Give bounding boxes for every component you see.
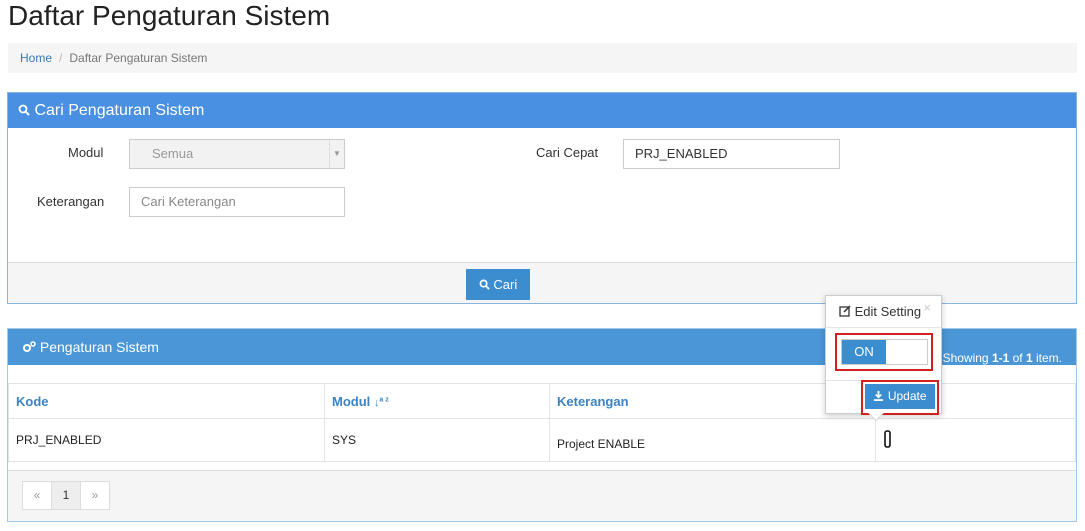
popover-title: Edit Setting xyxy=(854,304,922,319)
summary-text: Showing 1-1 of 1 item. xyxy=(942,351,1062,365)
table-row: PRJ_ENABLED SYS Project ENABLE xyxy=(8,418,1076,462)
edit-setting-popover: Edit Setting × ON Update xyxy=(825,295,942,415)
search-icon xyxy=(479,277,490,292)
modul-label: Modul xyxy=(68,145,104,160)
chevron-down-icon: ▼ xyxy=(329,140,344,168)
cogs-icon xyxy=(22,339,36,355)
toggle-highlight: ON xyxy=(835,333,933,371)
pagination: « 1 » xyxy=(22,481,110,510)
keterangan-label: Keterangan xyxy=(37,194,105,209)
cari-cepat-input[interactable]: PRJ_ENABLED xyxy=(623,139,840,169)
pagination-area: « 1 » xyxy=(8,470,1076,521)
cell-keterangan: Project ENABLE xyxy=(549,418,876,462)
cell-actions xyxy=(875,418,1076,462)
keterangan-placeholder: Cari Keterangan xyxy=(141,194,236,209)
search-panel-title: Cari Pengaturan Sistem xyxy=(34,102,205,119)
pencil-icon[interactable] xyxy=(883,429,893,452)
update-highlight: Update xyxy=(861,380,939,415)
breadcrumb: Home / Daftar Pengaturan Sistem xyxy=(8,43,1077,73)
breadcrumb-home[interactable]: Home xyxy=(20,51,52,65)
search-panel: Cari Pengaturan Sistem Modul Semua ▼ Car… xyxy=(7,92,1077,304)
breadcrumb-separator: / xyxy=(59,51,63,65)
download-icon xyxy=(873,389,884,403)
popover-arrow xyxy=(869,413,883,420)
breadcrumb-current: Daftar Pengaturan Sistem xyxy=(69,51,208,65)
edit-icon xyxy=(839,304,851,319)
column-header-modul[interactable]: Modul ↓a z xyxy=(324,383,550,419)
cell-modul: SYS xyxy=(324,418,550,462)
setting-toggle[interactable]: ON xyxy=(841,339,928,365)
update-button-label: Update xyxy=(887,389,927,403)
search-icon xyxy=(18,102,30,119)
sort-icon: ↓a z xyxy=(373,395,389,409)
modul-select-value: Semua xyxy=(152,146,194,161)
keterangan-input[interactable]: Cari Keterangan xyxy=(129,187,345,217)
search-panel-header: Cari Pengaturan Sistem xyxy=(8,93,1076,128)
toggle-on-label: ON xyxy=(842,340,886,364)
settings-panel-title: Pengaturan Sistem xyxy=(39,339,159,355)
cari-cepat-label: Cari Cepat xyxy=(536,145,599,160)
close-icon[interactable]: × xyxy=(923,300,931,315)
cari-cepat-value: PRJ_ENABLED xyxy=(635,146,728,161)
pagination-next[interactable]: » xyxy=(80,482,109,509)
pagination-page-1[interactable]: 1 xyxy=(51,482,80,509)
column-header-kode[interactable]: Kode xyxy=(8,383,325,419)
modul-select[interactable]: Semua ▼ xyxy=(129,139,345,169)
cari-button-label: Cari xyxy=(493,277,518,292)
page-title: Daftar Pengaturan Sistem xyxy=(8,0,331,31)
pagination-prev[interactable]: « xyxy=(23,482,51,509)
update-button[interactable]: Update xyxy=(865,384,935,409)
cari-button[interactable]: Cari xyxy=(466,269,530,300)
cell-kode: PRJ_ENABLED xyxy=(8,418,325,462)
